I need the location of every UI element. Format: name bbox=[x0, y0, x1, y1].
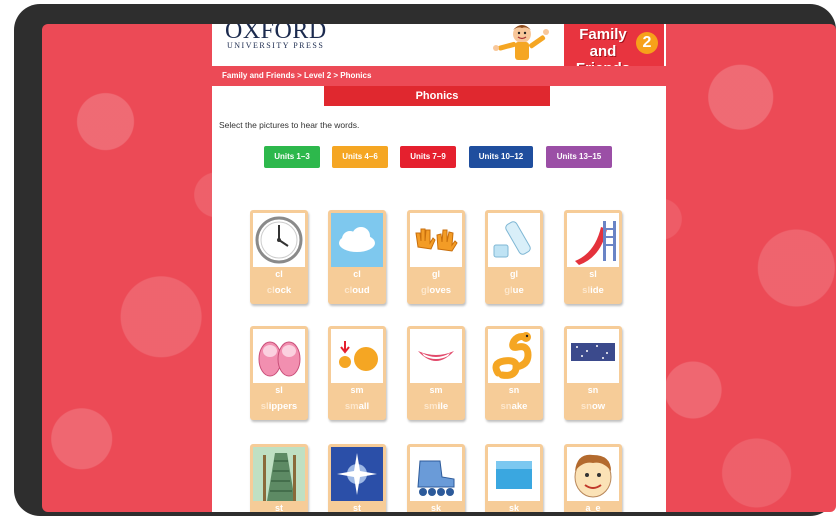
phonics-card-snow[interactable]: sn snow bbox=[564, 326, 622, 420]
snow-icon bbox=[567, 329, 619, 383]
phonics-card-smile[interactable]: sm smile bbox=[407, 326, 465, 420]
card-blend-label: sk bbox=[508, 503, 519, 512]
series-logo: Family and Friends 2 bbox=[564, 24, 664, 77]
level-badge: 2 bbox=[636, 32, 658, 54]
card-blend-label: sn bbox=[587, 385, 599, 395]
card-word-rest: ide bbox=[590, 285, 604, 296]
phonics-card-glue[interactable]: gl glue bbox=[485, 210, 543, 304]
unit-button-1[interactable]: Units 1–3 bbox=[264, 146, 320, 168]
card-word-lead: sn bbox=[580, 401, 592, 412]
phonics-page: OXFORD UNIVERSITY PRESS Family and 2 Fam… bbox=[212, 24, 666, 512]
card-blend-label: sl bbox=[275, 385, 283, 395]
card-word-lead: sl bbox=[260, 401, 269, 412]
smile-icon bbox=[410, 329, 462, 383]
card-word-rest: ile bbox=[437, 401, 449, 412]
page-title: Phonics bbox=[324, 86, 550, 106]
unit-button-5[interactable]: Units 13–15 bbox=[546, 146, 612, 168]
tablet-frame: OXFORD UNIVERSITY PRESS Family and 2 Fam… bbox=[14, 4, 836, 516]
card-word-rest: ock bbox=[274, 285, 292, 296]
header-banner: OXFORD UNIVERSITY PRESS Family and 2 bbox=[212, 24, 666, 77]
sky-icon bbox=[488, 447, 540, 501]
phonics-card-cloud[interactable]: cl cloud bbox=[328, 210, 386, 304]
card-word-rest: oud bbox=[352, 285, 370, 296]
small-balls-icon bbox=[331, 329, 383, 383]
card-blend-label: gl bbox=[510, 269, 518, 279]
card-word-lead: sm bbox=[423, 401, 438, 412]
card-word-lead: gl bbox=[504, 285, 513, 296]
card-word-rest: ue bbox=[512, 285, 524, 296]
card-word-rest: oves bbox=[429, 285, 452, 296]
phonics-card-stairs[interactable]: ststairs bbox=[250, 444, 308, 512]
card-blend-label: sn bbox=[508, 385, 520, 395]
card-word-rest: ake bbox=[511, 401, 528, 412]
gloves-icon bbox=[410, 213, 462, 267]
snake-icon bbox=[488, 329, 540, 383]
card-word-label: clock bbox=[250, 285, 308, 296]
card-word-rest: ow bbox=[591, 401, 606, 412]
card-word-rest: ippers bbox=[268, 401, 298, 412]
card-word-label: smile bbox=[407, 401, 465, 412]
phonics-card-gloves[interactable]: gl gloves bbox=[407, 210, 465, 304]
face-icon bbox=[567, 447, 619, 501]
card-word-label: slide bbox=[564, 285, 622, 296]
card-blend-label: gl bbox=[432, 269, 440, 279]
unit-button-3[interactable]: Units 7–9 bbox=[400, 146, 456, 168]
phonics-card-face[interactable]: a_eface bbox=[564, 444, 622, 512]
phonics-card-clock[interactable]: cl clock bbox=[250, 210, 308, 304]
star-icon bbox=[331, 447, 383, 501]
cloud-icon bbox=[331, 213, 383, 267]
card-word-label: gloves bbox=[407, 285, 465, 296]
phonics-card-star[interactable]: ststar bbox=[328, 444, 386, 512]
clock-icon bbox=[253, 213, 305, 267]
card-word-lead: sl bbox=[582, 285, 591, 296]
card-word-label: snow bbox=[564, 401, 622, 412]
card-blend-label: st bbox=[274, 503, 283, 512]
phonics-card-snake[interactable]: sn snake bbox=[485, 326, 543, 420]
card-word-label: snake bbox=[485, 401, 543, 412]
card-blend-label: sm bbox=[429, 385, 443, 395]
phonics-card-small[interactable]: sm small bbox=[328, 326, 386, 420]
card-word-lead: sm bbox=[344, 401, 359, 412]
card-word-label: cloud bbox=[328, 285, 386, 296]
phonics-card-slippers[interactable]: sl slippers bbox=[250, 326, 308, 420]
screen: OXFORD UNIVERSITY PRESS Family and 2 Fam… bbox=[42, 24, 836, 512]
card-blend-label: sm bbox=[350, 385, 364, 395]
breadcrumb[interactable]: Family and Friends > Level 2 > Phonics bbox=[212, 66, 666, 86]
card-word-label: slippers bbox=[250, 401, 308, 412]
skates-icon bbox=[410, 447, 462, 501]
mascot-boy-icon bbox=[488, 24, 558, 69]
unit-button-4[interactable]: Units 10–12 bbox=[469, 146, 533, 168]
unit-button-2[interactable]: Units 4–6 bbox=[332, 146, 388, 168]
card-blend-label: a_e bbox=[585, 503, 601, 512]
phonics-card-slide[interactable]: sl slide bbox=[564, 210, 622, 304]
card-blend-label: sl bbox=[589, 269, 597, 279]
card-word-label: small bbox=[328, 401, 386, 412]
card-word-lead: cl bbox=[266, 285, 275, 296]
phonics-card-sky[interactable]: sksky bbox=[485, 444, 543, 512]
card-blend-label: cl bbox=[275, 269, 283, 279]
card-blend-label: sk bbox=[430, 503, 441, 512]
card-word-rest: all bbox=[358, 401, 370, 412]
phonics-card-skates[interactable]: skskates bbox=[407, 444, 465, 512]
publisher-sub: UNIVERSITY PRESS bbox=[227, 41, 325, 50]
card-word-lead: sn bbox=[500, 401, 512, 412]
slippers-icon bbox=[253, 329, 305, 383]
instruction-text: Select the pictures to hear the words. bbox=[219, 120, 360, 130]
card-word-label: glue bbox=[485, 285, 543, 296]
card-blend-label: st bbox=[352, 503, 361, 512]
slide-icon bbox=[567, 213, 619, 267]
stairs-icon bbox=[253, 447, 305, 501]
card-blend-label: cl bbox=[353, 269, 361, 279]
glue-icon bbox=[488, 213, 540, 267]
